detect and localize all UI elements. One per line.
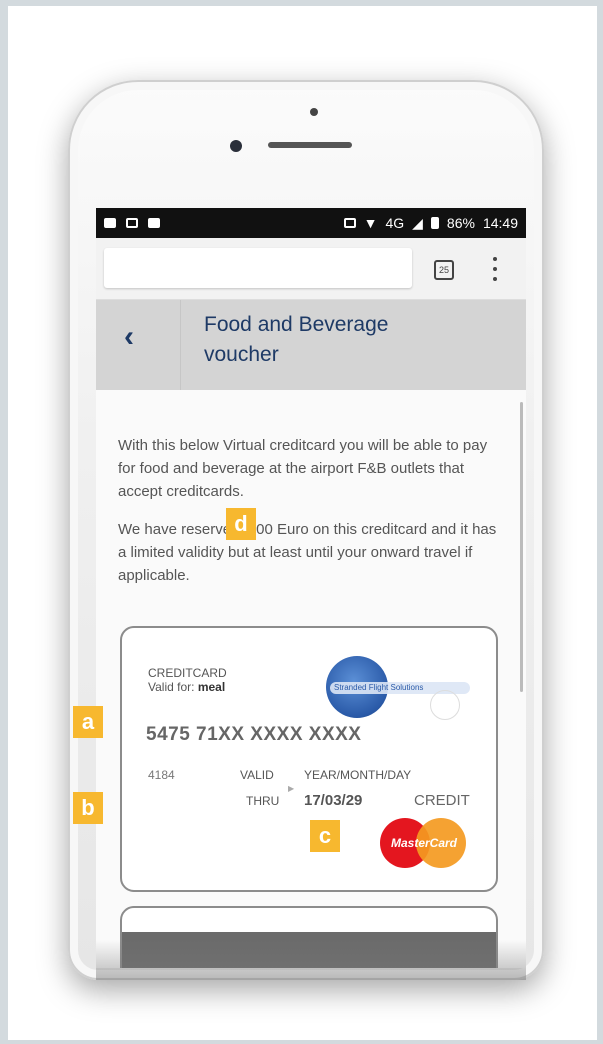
- earpiece-speaker: [268, 142, 352, 148]
- annotation-marker-b: b: [73, 792, 103, 824]
- clock: 14:49: [482, 215, 518, 231]
- expiry-date: 17/03/29: [304, 792, 363, 809]
- page-content: With this below Virtual creditcard you w…: [96, 390, 526, 968]
- signal-icon: ◢: [412, 214, 423, 231]
- header-divider: [180, 300, 181, 390]
- card-cvc: 4184: [148, 768, 175, 782]
- nfc-icon: [343, 218, 356, 228]
- phone-screen: ▼ 4G ◢ 86% 14:49 25 ‹ Food and Beverage …: [96, 208, 526, 968]
- video-icon: [104, 218, 116, 228]
- scrollbar[interactable]: [520, 402, 523, 692]
- intro-paragraph-1: With this below Virtual creditcard you w…: [118, 437, 488, 500]
- valid-for-label: Valid for:: [148, 680, 195, 694]
- thru-label: THRU: [246, 794, 280, 808]
- virtual-credit-card: CREDITCARD Valid for: meal Stranded Flig…: [120, 626, 498, 892]
- annotation-marker-d: d: [226, 508, 256, 540]
- card-kind: CREDIT: [414, 792, 470, 809]
- wifi-icon: ▼: [363, 215, 378, 231]
- network-type: 4G: [385, 215, 405, 231]
- overflow-menu-icon[interactable]: [490, 254, 500, 284]
- status-bar: ▼ 4G ◢ 86% 14:49: [96, 208, 526, 238]
- play-arrow-icon: ▶: [288, 784, 295, 793]
- battery-icon: [430, 217, 439, 229]
- cast-icon: [148, 218, 160, 228]
- page-title: Food and Beverage voucher: [204, 313, 389, 366]
- browser-toolbar: 25: [96, 238, 526, 300]
- message-icon: [126, 218, 138, 228]
- address-bar[interactable]: [104, 248, 412, 288]
- mastercard-logo-text: MasterCard: [390, 836, 458, 850]
- valid-for-value: meal: [197, 680, 226, 694]
- intro-paragraph-2: We have reserved 5.00 Euro on this credi…: [118, 521, 497, 584]
- valid-label: VALID: [240, 768, 274, 782]
- proximity-sensor: [310, 108, 318, 116]
- battery-level: 86%: [446, 215, 475, 231]
- logo-ring: [430, 690, 460, 720]
- date-format-label: YEAR/MONTH/DAY: [304, 768, 412, 782]
- valid-for-line: Valid for: meal: [148, 680, 225, 694]
- issuer-logo-text: Stranded Flight Solutions: [334, 683, 424, 692]
- card-type-label: CREDITCARD: [148, 666, 227, 680]
- chevron-left-icon[interactable]: ‹: [124, 322, 154, 352]
- bottom-shadow: [96, 940, 526, 980]
- page-header: ‹ Food and Beverage voucher: [96, 300, 526, 390]
- front-camera: [230, 140, 242, 152]
- card-number: 5475 71XX XXXX XXXX: [146, 724, 362, 745]
- annotation-marker-c: c: [310, 820, 340, 852]
- annotation-marker-a: a: [73, 706, 103, 738]
- tab-switcher-icon[interactable]: 25: [434, 260, 454, 280]
